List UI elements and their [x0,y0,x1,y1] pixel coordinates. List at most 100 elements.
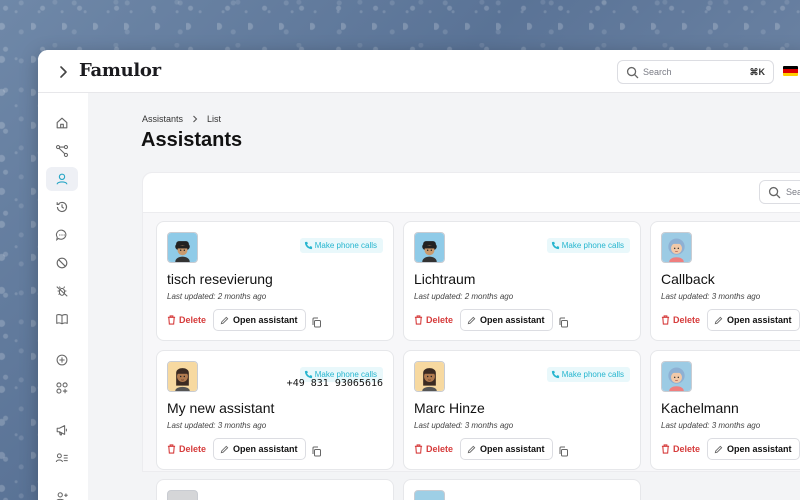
trash-icon [661,444,670,454]
pencil-icon [220,316,229,324]
delete-label: Delete [426,444,454,454]
pencil-icon [714,445,723,453]
badge-label: Make phone calls [561,370,624,379]
user-icon [56,173,68,185]
history-icon [56,201,68,213]
expand-sidebar-button[interactable] [56,64,70,80]
search-shortcut: ⌘K [749,67,766,77]
avatar [414,361,445,392]
sidebar-item-assistants[interactable] [46,167,78,191]
sidebar-item-debug[interactable] [46,279,78,303]
sidebar-item-conversations[interactable] [46,223,78,247]
app-window: Famulor Search ⌘K Assistants List Assist… [38,50,800,500]
open-assistant-button[interactable]: Open assistant [213,309,306,331]
delete-label: Delete [426,315,454,325]
assistants-search-input[interactable]: Sear [759,180,800,204]
avatar [414,490,445,500]
sidebar-item-campaigns[interactable] [46,418,78,442]
avatar [661,361,692,392]
copy-button[interactable] [311,315,322,328]
app-logo[interactable]: Famulor [79,60,161,81]
delete-button[interactable]: Delete [167,444,206,454]
breadcrumb-list: List [207,114,222,124]
megaphone-icon [56,425,67,436]
copy-icon [559,317,568,328]
pencil-icon [467,445,476,453]
trash-icon [167,444,176,454]
copy-button[interactable] [558,444,569,457]
delete-button[interactable]: Delete [661,315,700,325]
last-updated: Last updated: 3 months ago [167,421,267,430]
book-icon [56,314,68,325]
chat-icon [55,229,67,242]
make-calls-badge: Make phone calls [546,238,630,253]
search-icon [768,186,781,199]
assistant-card[interactable]: Kachelmann Last updated: 3 months ago Dele… [650,350,800,470]
sidebar-item-flows[interactable] [46,139,78,163]
assistant-card[interactable]: Make phone calls +49 831 93065616 My new a… [156,350,394,470]
sidebar-item-contacts[interactable] [46,446,78,470]
sidebar [38,93,88,500]
open-label: Open assistant [233,315,298,325]
assistant-name: My new assistant [167,400,275,416]
last-updated: Last updated: 2 months ago [167,292,267,301]
copy-icon [312,446,321,457]
copy-button[interactable] [311,444,322,457]
delete-button[interactable]: Delete [167,315,206,325]
block-icon [56,257,68,269]
top-bar: Famulor Search ⌘K [38,50,800,93]
sidebar-item-history[interactable] [46,195,78,219]
avatar [167,490,198,500]
sidebar-item-knowledge[interactable] [46,307,78,331]
delete-label: Delete [179,315,207,325]
assistant-name: Kachelmann [661,400,739,416]
plus-circle-icon [56,354,68,366]
sidebar-item-add-user[interactable] [46,485,78,500]
open-label: Open assistant [727,315,792,325]
contacts-icon [55,453,68,463]
add-user-icon [56,492,68,500]
open-assistant-button[interactable]: Open assistant [460,309,553,331]
breadcrumb: Assistants List [142,114,221,124]
open-assistant-button[interactable]: Open assistant [213,438,306,460]
chevron-right-icon [193,115,198,123]
sidebar-item-add[interactable] [46,348,78,372]
pencil-icon [714,316,723,324]
sidebar-item-blocked[interactable] [46,251,78,275]
search-icon [626,66,639,79]
delete-label: Delete [673,315,701,325]
assistant-card[interactable]: Make phone calls tisch resevierung Last up… [156,221,394,341]
chevron-right-icon [60,66,67,78]
sidebar-item-home[interactable] [46,111,78,135]
make-calls-badge: Make phone calls [299,238,383,253]
breadcrumb-assistants[interactable]: Assistants [142,114,183,124]
open-assistant-button[interactable]: Open assistant [707,309,800,331]
language-flag-icon[interactable] [783,66,798,76]
open-label: Open assistant [233,444,298,454]
phone-icon [551,241,559,250]
delete-button[interactable]: Delete [414,315,453,325]
make-calls-badge: Make phone calls [546,367,630,382]
assistant-card[interactable]: Callback Last updated: 3 months ago Delete… [650,221,800,341]
assistant-card[interactable]: Make phone calls Marc Hinze Last updated: … [403,350,641,470]
last-updated: Last updated: 2 months ago [414,292,514,301]
open-label: Open assistant [480,315,545,325]
assistants-panel: Sear Make phone calls tisch resevierung La… [142,172,800,500]
open-assistant-button[interactable]: Open assistant [460,438,553,460]
open-assistant-button[interactable]: Open assistant [707,438,800,460]
avatar [414,232,445,263]
last-updated: Last updated: 3 months ago [661,421,761,430]
phone-icon [551,370,559,379]
assistant-card-partial[interactable] [156,479,394,500]
home-icon [56,117,68,129]
delete-button[interactable]: Delete [414,444,453,454]
copy-button[interactable] [558,315,569,328]
assistant-name: Lichtraum [414,271,476,287]
assistant-card[interactable]: Make phone calls Lichtraum Last updated: 2… [403,221,641,341]
avatar [661,232,692,263]
delete-label: Delete [673,444,701,454]
assistant-card-partial[interactable] [403,479,641,500]
global-search-input[interactable]: Search ⌘K [617,60,774,84]
delete-button[interactable]: Delete [661,444,700,454]
sidebar-item-apps[interactable] [46,376,78,400]
